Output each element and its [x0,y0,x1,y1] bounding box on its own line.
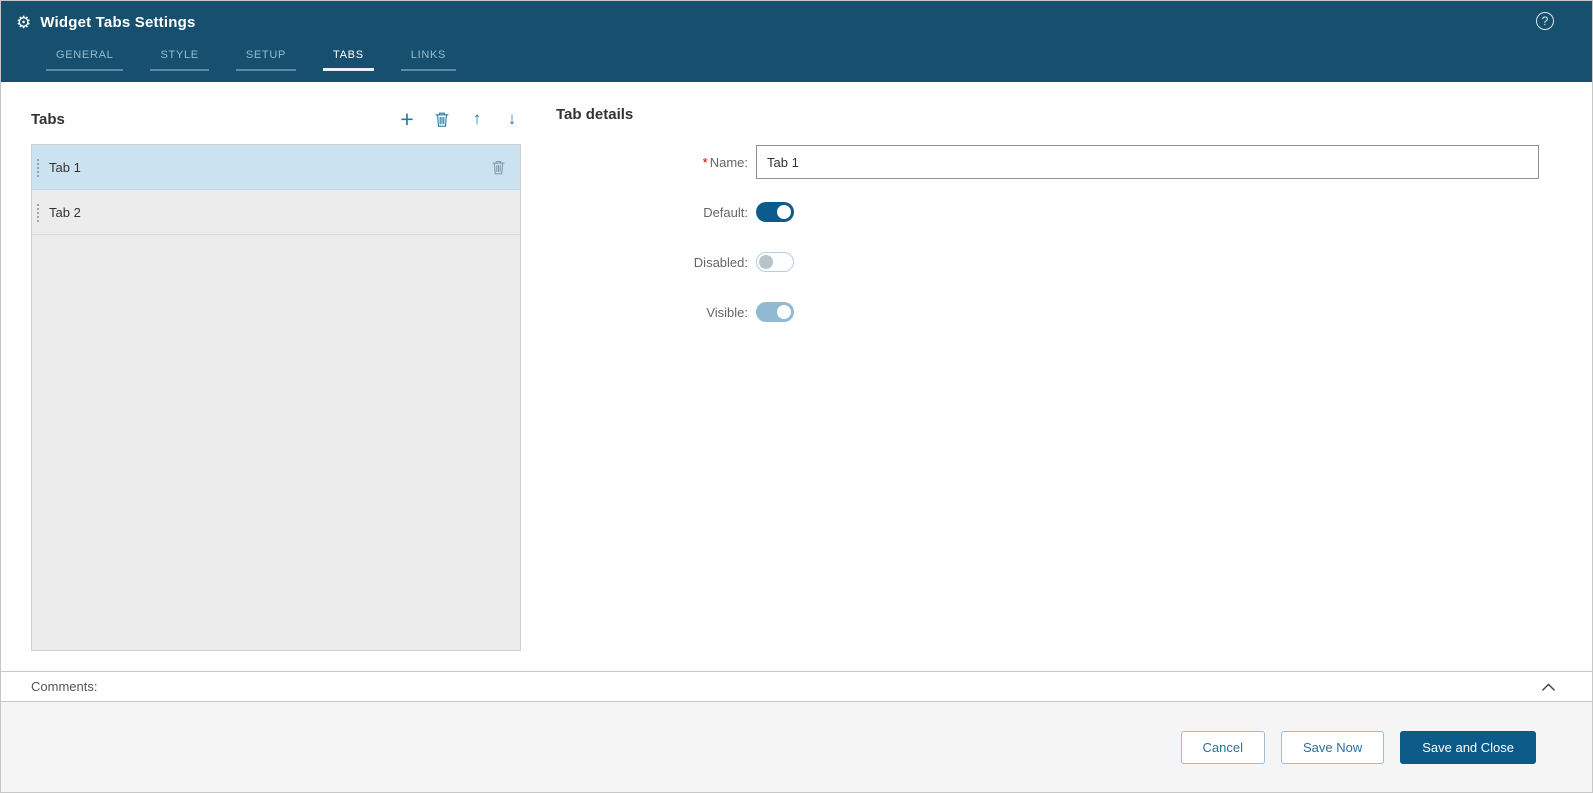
gear-icon: ⚙ [16,12,32,32]
page-title: Widget Tabs Settings [40,13,196,31]
name-row: * Name: [556,145,1539,179]
tab-setup[interactable]: SETUP [235,43,297,71]
row-delete-icon[interactable] [491,159,506,176]
disabled-toggle[interactable] [756,252,794,272]
list-item-label: Tab 1 [49,159,81,175]
comments-bar[interactable]: Comments: [1,671,1592,702]
delete-tab-icon[interactable] [433,109,451,129]
tabs-list-toolbar: + ↑ ↓ [398,107,521,130]
name-input[interactable] [756,145,1539,179]
save-and-close-button[interactable]: Save and Close [1400,730,1536,764]
comments-label: Comments: [31,679,98,694]
widget-tabs-settings-window: ⚙ Widget Tabs Settings ? GENERAL STYLE S… [0,0,1593,793]
toggle-knob [777,205,791,219]
list-item-label: Tab 2 [49,204,81,220]
chevron-up-icon[interactable] [1541,682,1556,692]
tabs-list: Tab 1 Tab 2 [31,144,521,651]
required-marker: * [702,154,708,170]
tab-style[interactable]: STYLE [150,43,209,71]
tab-tabs[interactable]: TABS [323,43,374,71]
drag-handle-icon[interactable] [36,203,40,222]
name-label: * Name: [702,154,748,170]
default-toggle[interactable] [756,202,794,222]
visible-toggle[interactable] [756,302,794,322]
settings-tab-nav: GENERAL STYLE SETUP TABS LINKS [1,43,1592,71]
move-down-icon[interactable]: ↓ [503,109,521,129]
default-row: Default: [556,195,1539,229]
help-icon[interactable]: ? [1536,12,1554,30]
default-label: Default: [703,204,748,220]
footer: Cancel Save Now Save and Close [1,702,1592,792]
list-item-tab-1[interactable]: Tab 1 [32,145,520,190]
visible-row: Visible: [556,295,1539,329]
list-item-tab-2[interactable]: Tab 2 [32,190,520,235]
visible-label: Visible: [706,304,748,320]
cancel-button[interactable]: Cancel [1180,730,1265,764]
toggle-knob [777,305,791,319]
tabs-list-panel: Tabs + ↑ ↓ Tab 1 Tab 2 [31,106,521,671]
disabled-row: Disabled: [556,245,1539,279]
disabled-label: Disabled: [693,254,748,270]
tab-details-title: Tab details [556,106,634,123]
move-up-icon[interactable]: ↑ [468,109,486,129]
tabs-panel-title: Tabs [31,110,65,128]
toggle-knob [759,255,773,269]
tab-general[interactable]: GENERAL [46,43,124,71]
header: ⚙ Widget Tabs Settings ? GENERAL STYLE S… [1,1,1592,82]
drag-handle-icon[interactable] [36,158,40,177]
save-now-button[interactable]: Save Now [1280,730,1385,764]
main-content: Tabs + ↑ ↓ Tab 1 Tab 2 Tab details * Nam… [1,82,1592,671]
tabs-panel-header: Tabs + ↑ ↓ [31,106,521,132]
tab-links[interactable]: LINKS [400,43,457,71]
tab-details-panel: Tab details *Name: Default: Disabled: Vi… [556,106,1539,671]
add-tab-icon[interactable]: + [398,107,416,130]
title-row: ⚙ Widget Tabs Settings [1,1,1592,43]
tab-details-form: *Name: Default: Disabled: Visible: [556,145,1539,329]
